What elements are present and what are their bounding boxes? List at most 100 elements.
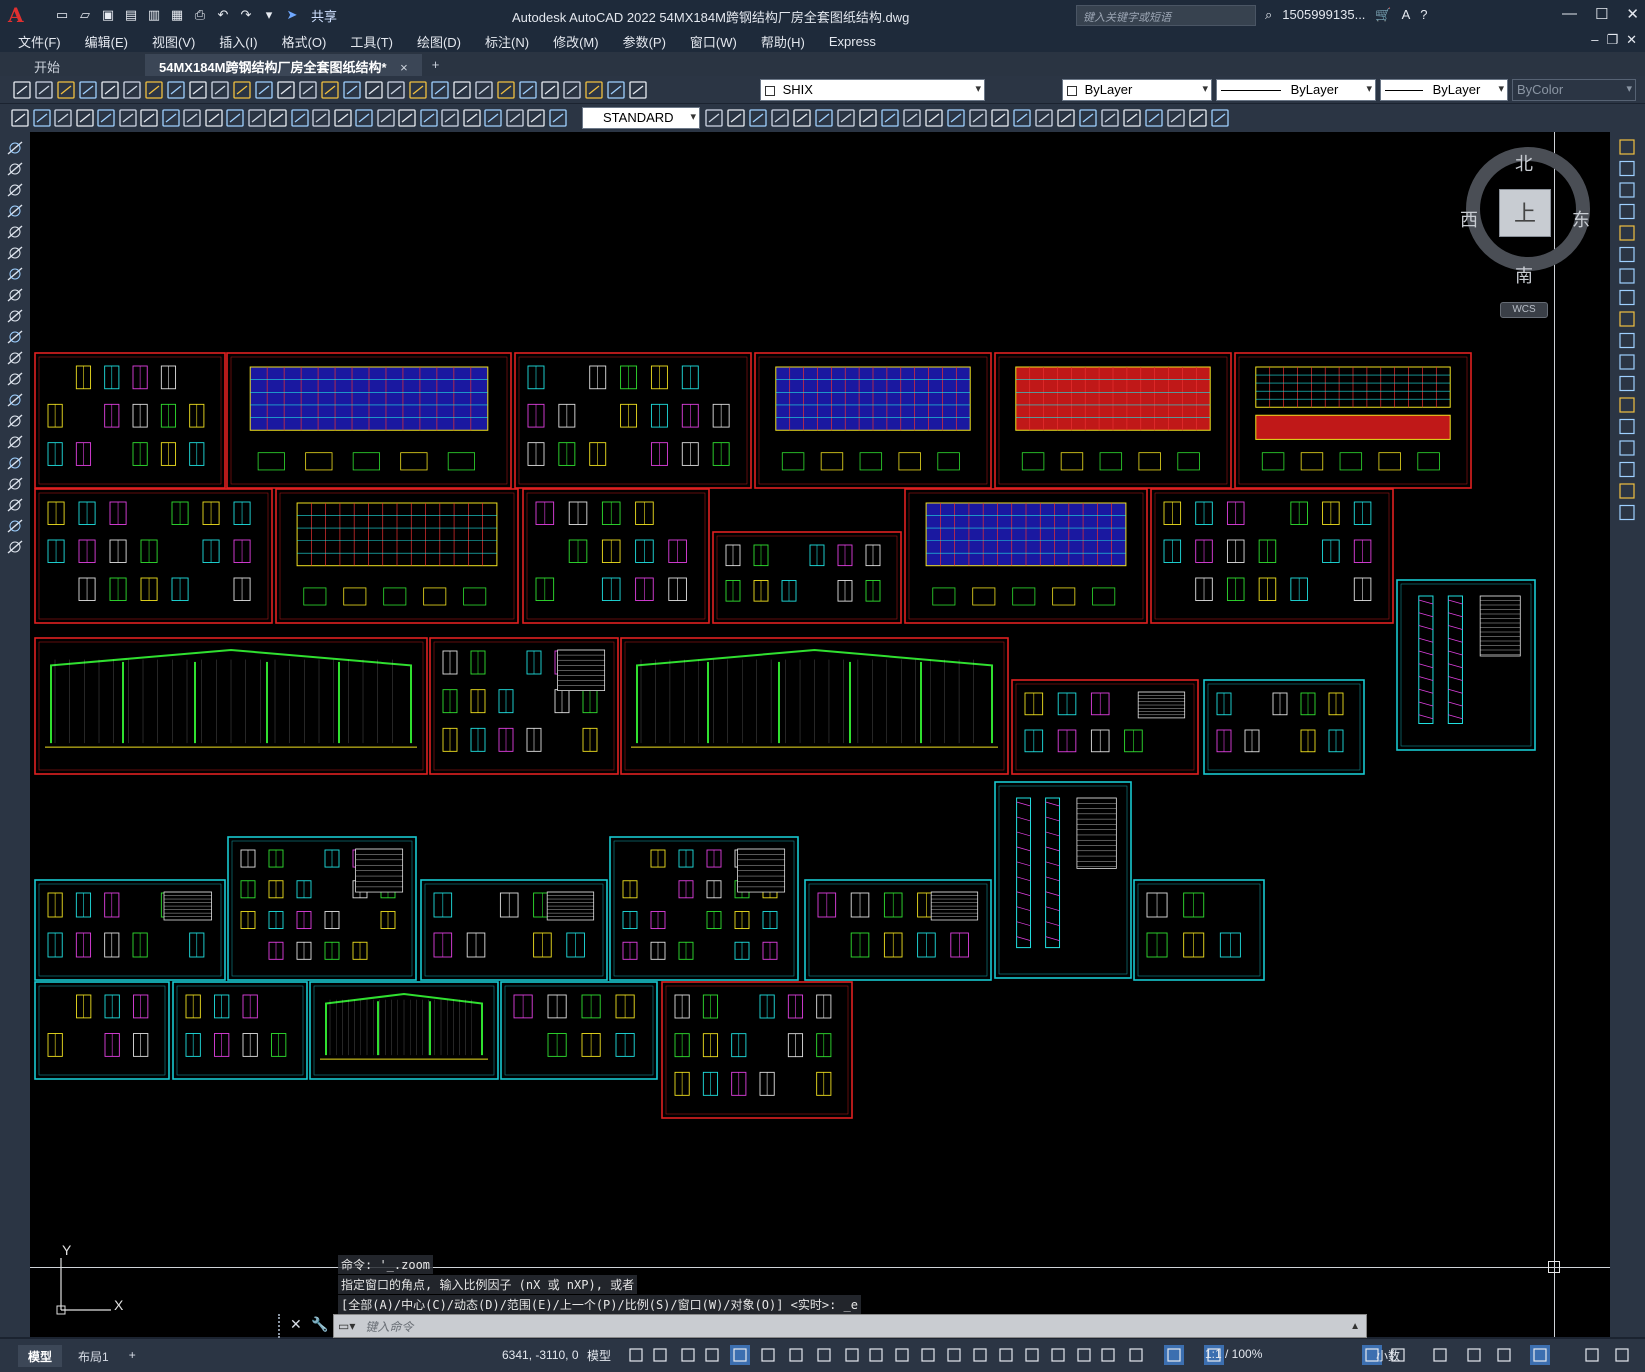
menu-item-12[interactable]: Express bbox=[829, 34, 876, 49]
draw-tool-icon-40[interactable] bbox=[1013, 109, 1031, 127]
right-modify-icon-7[interactable] bbox=[1619, 289, 1635, 306]
plotstyle-dropdown[interactable]: ByColor ▾ bbox=[1512, 79, 1636, 101]
draw-tool-icon-35[interactable] bbox=[903, 109, 921, 127]
plot-preview-icon[interactable]: ▦ bbox=[167, 5, 187, 25]
std-tool-icon-23[interactable] bbox=[519, 81, 537, 99]
draw-tool-icon-16[interactable] bbox=[355, 109, 373, 127]
std-tool-icon-12[interactable] bbox=[277, 81, 295, 99]
menu-item-11[interactable]: 帮助(H) bbox=[761, 32, 805, 51]
right-modify-icon-0[interactable] bbox=[1619, 139, 1635, 155]
draw-tool-icon-24[interactable] bbox=[527, 109, 545, 127]
std-tool-icon-20[interactable] bbox=[453, 81, 471, 99]
status-toggle-icon-26[interactable] bbox=[1497, 1348, 1511, 1362]
draw-tool-icon-29[interactable] bbox=[771, 109, 789, 127]
right-modify-icon-14[interactable] bbox=[1619, 440, 1635, 456]
draw-tool-icon-38[interactable] bbox=[969, 109, 987, 127]
drawing-sheet-19[interactable] bbox=[227, 836, 417, 981]
menu-item-1[interactable]: 编辑(E) bbox=[85, 32, 128, 51]
draw-tool-icon-5[interactable] bbox=[119, 109, 137, 127]
annotation-scale[interactable]: 1:1 / 100% bbox=[1205, 1347, 1262, 1361]
std-tool-icon-2[interactable] bbox=[57, 81, 75, 99]
std-tool-icon-8[interactable] bbox=[189, 81, 207, 99]
drawing-sheet-9[interactable] bbox=[712, 531, 902, 624]
std-tool-icon-21[interactable] bbox=[475, 81, 493, 99]
menu-item-2[interactable]: 视图(V) bbox=[152, 32, 195, 51]
std-tool-icon-25[interactable] bbox=[563, 81, 581, 99]
autocad-logo-icon[interactable]: A bbox=[8, 4, 30, 26]
doc-minimize-icon[interactable]: – bbox=[1591, 32, 1598, 48]
status-toggle-icon-9[interactable] bbox=[869, 1348, 883, 1362]
draw-tool-icon-20[interactable] bbox=[441, 109, 459, 127]
status-toggle-icon-29[interactable] bbox=[1615, 1348, 1629, 1362]
left-draw-icon-3[interactable] bbox=[7, 204, 23, 218]
drawing-sheet-3[interactable] bbox=[754, 352, 992, 489]
draw-tool-icon-3[interactable] bbox=[76, 109, 94, 127]
right-modify-icon-15[interactable] bbox=[1619, 461, 1635, 478]
std-tool-icon-27[interactable] bbox=[607, 81, 625, 99]
drawing-sheet-26[interactable] bbox=[172, 981, 308, 1080]
status-toggle-icon-4[interactable] bbox=[730, 1345, 750, 1365]
std-tool-icon-28[interactable] bbox=[629, 81, 647, 99]
draw-tool-icon-14[interactable] bbox=[312, 109, 330, 127]
status-toggle-icon-18[interactable] bbox=[1101, 1348, 1115, 1362]
menu-item-7[interactable]: 标注(N) bbox=[485, 32, 529, 51]
std-tool-icon-3[interactable] bbox=[79, 81, 97, 99]
draw-tool-icon-42[interactable] bbox=[1057, 109, 1075, 127]
std-tool-icon-18[interactable] bbox=[409, 81, 427, 99]
std-tool-icon-0[interactable] bbox=[13, 81, 31, 99]
drawing-sheet-28[interactable] bbox=[500, 981, 658, 1080]
status-toggle-icon-3[interactable] bbox=[705, 1348, 719, 1362]
right-modify-icon-10[interactable] bbox=[1619, 354, 1635, 370]
right-modify-icon-16[interactable] bbox=[1619, 483, 1635, 499]
left-draw-icon-17[interactable] bbox=[7, 498, 23, 512]
status-toggle-icon-7[interactable] bbox=[817, 1348, 831, 1362]
help-icon[interactable]: ? bbox=[1420, 7, 1427, 23]
draw-tool-icon-22[interactable] bbox=[484, 109, 502, 127]
draw-tool-icon-34[interactable] bbox=[881, 109, 899, 127]
drawing-sheet-23[interactable] bbox=[804, 879, 992, 981]
left-draw-icon-7[interactable] bbox=[7, 288, 23, 302]
std-tool-icon-13[interactable] bbox=[299, 81, 317, 99]
menu-item-0[interactable]: 文件(F) bbox=[18, 32, 61, 51]
left-draw-icon-12[interactable] bbox=[7, 393, 23, 407]
status-toggle-icon-19[interactable] bbox=[1129, 1348, 1143, 1362]
plot-icon[interactable]: ⎙ bbox=[190, 5, 210, 25]
draw-tool-icon-27[interactable] bbox=[727, 109, 745, 127]
model-space-button[interactable]: 模型 bbox=[587, 1347, 611, 1364]
draw-tool-icon-12[interactable] bbox=[269, 109, 287, 127]
right-modify-icon-2[interactable] bbox=[1619, 182, 1635, 198]
menu-item-9[interactable]: 参数(P) bbox=[623, 32, 666, 51]
dimstyle-dropdown[interactable]: STANDARD ▾ bbox=[582, 107, 700, 129]
publish-icon[interactable]: ▥ bbox=[144, 5, 164, 25]
draw-tool-icon-30[interactable] bbox=[793, 109, 811, 127]
right-modify-icon-17[interactable] bbox=[1619, 504, 1635, 521]
status-toggle-icon-16[interactable] bbox=[1051, 1348, 1065, 1362]
left-draw-icon-14[interactable] bbox=[7, 435, 23, 449]
tab-drawing[interactable]: 54MX184M跨钢结构厂房全套图纸结构* × bbox=[145, 54, 422, 76]
draw-tool-icon-1[interactable] bbox=[33, 109, 51, 127]
open-icon[interactable]: ▱ bbox=[75, 5, 95, 25]
drawing-sheet-27[interactable] bbox=[309, 981, 499, 1080]
std-tool-icon-7[interactable] bbox=[167, 81, 185, 99]
drawing-sheet-5[interactable] bbox=[1234, 352, 1472, 489]
right-modify-icon-13[interactable] bbox=[1619, 418, 1635, 435]
right-modify-icon-1[interactable] bbox=[1619, 160, 1635, 177]
doc-restore-icon[interactable]: ❐ bbox=[1606, 32, 1618, 48]
left-toolbar-icons[interactable] bbox=[0, 132, 30, 582]
drawing-sheet-17[interactable] bbox=[1203, 679, 1365, 775]
status-toggle-icon-1[interactable] bbox=[653, 1348, 667, 1362]
left-draw-icon-5[interactable] bbox=[7, 246, 23, 260]
redo-icon[interactable]: ↷ bbox=[236, 5, 256, 25]
status-toggle-icon-10[interactable] bbox=[895, 1348, 909, 1362]
left-draw-icon-1[interactable] bbox=[7, 162, 23, 176]
share-button[interactable]: 共享 bbox=[311, 6, 337, 25]
cart-icon[interactable]: 🛒 bbox=[1375, 7, 1391, 23]
draw-tool-icon-2[interactable] bbox=[54, 109, 72, 127]
status-toggle-icon-6[interactable] bbox=[789, 1348, 803, 1362]
save-as-icon[interactable]: ▤ bbox=[121, 5, 141, 25]
drawing-sheet-8[interactable] bbox=[522, 488, 710, 624]
draw-tool-icon-11[interactable] bbox=[248, 109, 266, 127]
status-toggle-icon-28[interactable] bbox=[1585, 1348, 1599, 1362]
left-draw-icon-15[interactable] bbox=[7, 456, 23, 470]
draw-tool-icon-33[interactable] bbox=[859, 109, 877, 127]
